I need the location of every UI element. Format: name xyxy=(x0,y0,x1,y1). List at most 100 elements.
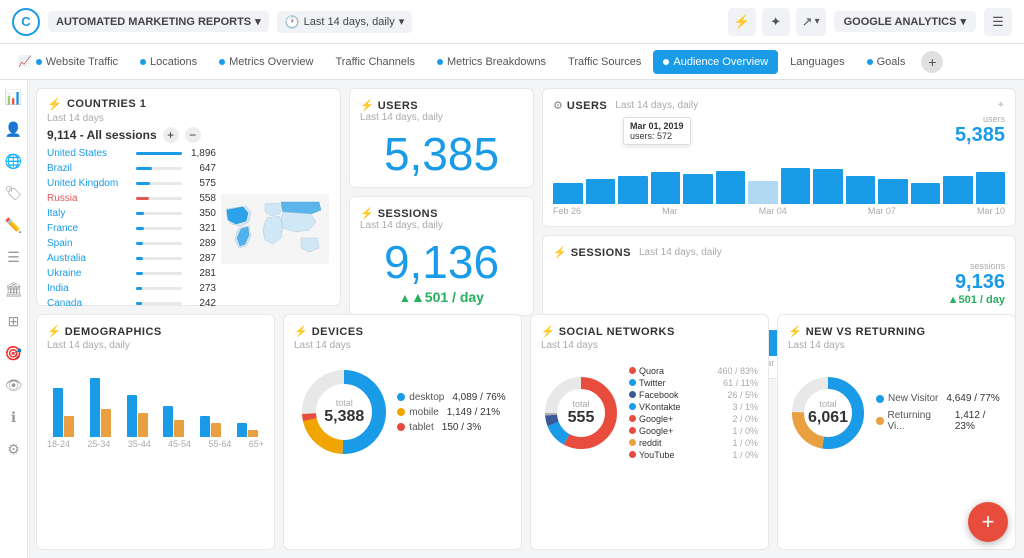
sidebar-icon-pencil[interactable]: ✏️ xyxy=(3,214,25,236)
sidebar-icon-tag[interactable]: 🏷 xyxy=(3,182,25,204)
bottom-row: ⚡ DEMOGRAPHICS Last 14 days, daily xyxy=(28,310,1024,558)
share-icon-btn[interactable]: ↗▾ xyxy=(796,8,826,36)
countries-title: COUNTRIES 1 xyxy=(67,98,146,110)
list-item: France321 xyxy=(47,222,216,235)
sidebar-icon-globe[interactable]: 🌐 xyxy=(3,150,25,172)
add-tab-btn[interactable]: + xyxy=(921,51,943,73)
devices-spark-icon: ⚡ xyxy=(294,325,308,338)
countries-add-btn[interactable]: + xyxy=(163,127,179,143)
countries-minus-btn[interactable]: − xyxy=(185,127,201,143)
tab-label: Audience Overview xyxy=(673,56,768,68)
menu-icon-btn[interactable]: ☰ xyxy=(984,8,1012,36)
sessions-metric-card: ⚡ SESSIONS Last 14 days, daily 9,136 ▲▲5… xyxy=(349,196,534,316)
tab-dot xyxy=(437,59,443,65)
tab-traffic-channels[interactable]: Traffic Channels xyxy=(325,50,424,74)
date-selector[interactable]: 🕐 Last 14 days, daily ▾ xyxy=(277,11,413,33)
sidebar-icon-info[interactable]: ℹ xyxy=(3,406,25,428)
date-dropdown-icon: ▾ xyxy=(399,15,405,28)
returning-title: NEW VS RETURNING xyxy=(806,326,926,338)
returning-total-label: total xyxy=(808,399,848,409)
sidebar-icon-users[interactable]: 👤 xyxy=(3,118,25,140)
demographics-card: ⚡ DEMOGRAPHICS Last 14 days, daily xyxy=(36,314,275,550)
tab-website-traffic[interactable]: 📈 Website Traffic xyxy=(8,49,128,74)
devices-mobile-label: mobile xyxy=(409,407,438,418)
sidebar-icon-chart[interactable]: 📊 xyxy=(3,86,25,108)
tab-languages[interactable]: Languages xyxy=(780,50,854,74)
users-chart-value: 5,385 xyxy=(955,124,1005,147)
list-item: Spain289 xyxy=(47,237,216,250)
star-icon-btn[interactable]: ✦ xyxy=(762,8,790,36)
social-spark-icon: ⚡ xyxy=(541,325,555,338)
world-map xyxy=(220,147,330,310)
chart-icon: 📈 xyxy=(18,55,32,68)
returning-subtitle: Last 14 days xyxy=(788,340,1005,351)
expand-icon[interactable]: ✦ xyxy=(997,100,1005,111)
sidebar-icon-list[interactable]: ☰ xyxy=(3,246,25,268)
users-chart-gear-icon: ⚙ xyxy=(553,99,563,112)
sessions-delta: ▲▲501 / day xyxy=(399,289,484,305)
list-item: Canada242 xyxy=(47,297,216,310)
top-bar: C AUTOMATED MARKETING REPORTS ▾ 🕐 Last 1… xyxy=(0,0,1024,44)
sessions-subtitle: Last 14 days, daily xyxy=(360,220,443,231)
sidebar-icon-grid[interactable]: ⊞ xyxy=(3,310,25,332)
tooltip-value: users: 572 xyxy=(630,131,684,141)
sessions-chart-delta: ▲501 / day xyxy=(948,294,1005,306)
tab-metrics-overview[interactable]: Metrics Overview xyxy=(209,50,323,74)
list-item: Ukraine281 xyxy=(47,267,216,280)
ga-name: GOOGLE ANALYTICS xyxy=(844,16,957,28)
list-item: Australia287 xyxy=(47,252,216,265)
list-item: Italy350 xyxy=(47,207,216,220)
tab-label: Traffic Sources xyxy=(568,56,641,68)
returning-spark-icon: ⚡ xyxy=(788,325,802,338)
right-charts: ⚙ USERS Last 14 days, daily ✦ users 5,38… xyxy=(542,88,1016,306)
tab-locations[interactable]: Locations xyxy=(130,50,207,74)
tab-label: Languages xyxy=(790,56,844,68)
tab-metrics-breakdowns[interactable]: Metrics Breakdowns xyxy=(427,50,556,74)
sessions-chart-label: sessions xyxy=(948,261,1005,271)
users-chart-label: users xyxy=(955,114,1005,124)
devices-title: DEVICES xyxy=(312,326,364,338)
demo-subtitle: Last 14 days, daily xyxy=(47,340,264,351)
fab-add-btn[interactable]: + xyxy=(968,502,1008,542)
demo-axis: 18-2425-3435-4445-5455-6465+ xyxy=(47,439,264,449)
social-total-val: 555 xyxy=(568,409,595,427)
countries-header: ⚡ COUNTRIES 1 xyxy=(47,97,330,111)
devices-total-val: 5,388 xyxy=(324,408,364,426)
sidebar-icon-settings[interactable]: ⚙ xyxy=(3,438,25,460)
users-title: USERS xyxy=(378,100,418,112)
countries-total: 9,114 - All sessions xyxy=(47,128,157,142)
tooltip-date: Mar 01, 2019 xyxy=(630,121,684,131)
tab-dot xyxy=(663,59,669,65)
devices-card: ⚡ DEVICES Last 14 days xyxy=(283,314,522,550)
demo-chart xyxy=(47,357,264,437)
sidebar-icon-user[interactable]: 👁 xyxy=(3,374,25,396)
social-donut: total 555 xyxy=(541,373,621,453)
center-metrics: ⚡ USERS Last 14 days, daily 5,385 ⚡ SESS… xyxy=(349,88,534,306)
sidebar-icon-target[interactable]: 🎯 xyxy=(3,342,25,364)
tab-traffic-sources[interactable]: Traffic Sources xyxy=(558,50,651,74)
logo: C xyxy=(12,8,40,36)
sessions-spark-icon: ⚡ xyxy=(360,207,374,220)
users-value: 5,385 xyxy=(384,131,499,177)
tab-audience-overview[interactable]: Audience Overview xyxy=(653,50,778,74)
report-selector[interactable]: AUTOMATED MARKETING REPORTS ▾ xyxy=(48,11,269,32)
returning-legend: New Visitor 4,649 / 77% Returning Vi... … xyxy=(876,393,1005,432)
users-chart-subtitle: Last 14 days, daily xyxy=(615,100,698,111)
returning-total-val: 6,061 xyxy=(808,409,848,427)
nav-tabs: 📈 Website Traffic Locations Metrics Over… xyxy=(0,44,1024,80)
users-chart-card: ⚙ USERS Last 14 days, daily ✦ users 5,38… xyxy=(542,88,1016,227)
social-networks-card: ⚡ SOCIAL NETWORKS Last 14 days xyxy=(530,314,769,550)
tab-label: Metrics Overview xyxy=(229,56,313,68)
list-item: United Kingdom575 xyxy=(47,177,216,190)
tab-goals[interactable]: Goals xyxy=(857,50,916,74)
social-title: SOCIAL NETWORKS xyxy=(559,326,675,338)
ga-selector[interactable]: GOOGLE ANALYTICS ▾ xyxy=(834,11,976,32)
devices-total-label: total xyxy=(324,398,364,408)
sidebar-icon-bell[interactable]: 🏛 xyxy=(3,278,25,300)
demo-title: DEMOGRAPHICS xyxy=(65,326,162,338)
sidebar: 📊 👤 🌐 🏷 ✏️ ☰ 🏛 ⊞ 🎯 👁 ℹ ⚙ xyxy=(0,80,28,558)
lightning-icon-btn[interactable]: ⚡ xyxy=(728,8,756,36)
tab-label: Metrics Breakdowns xyxy=(447,56,546,68)
list-item: India273 xyxy=(47,282,216,295)
tab-dot xyxy=(219,59,225,65)
